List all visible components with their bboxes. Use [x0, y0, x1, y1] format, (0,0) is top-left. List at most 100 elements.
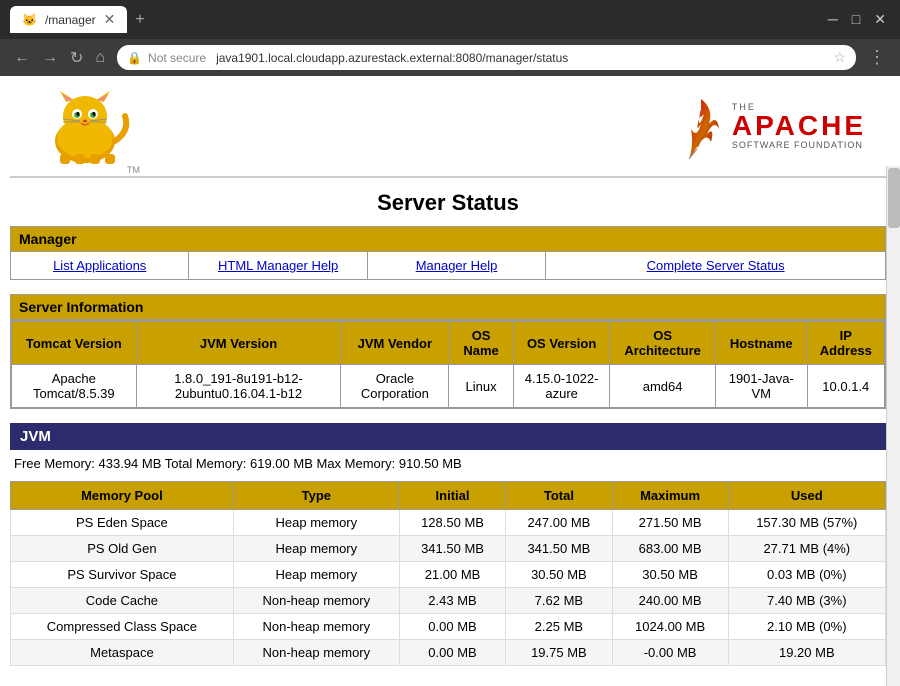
memory-cell-pool-3: Code Cache [11, 588, 234, 614]
tab-close-button[interactable]: ✕ [104, 11, 116, 28]
memory-cell-used-1: 27.71 MB (4%) [728, 536, 885, 562]
browser-window: 🐱 /manager ✕ + ─ □ ✕ ← → ↻ ⌂ 🔒 Not secur… [0, 0, 900, 686]
col-ip-address: IP Address [807, 322, 884, 365]
server-info-header: Server Information [10, 294, 886, 320]
memory-cell-initial-4: 0.00 MB [399, 614, 505, 640]
cell-os-version: 4.15.0-1022-azure [513, 365, 609, 408]
page-content: TM [0, 76, 900, 686]
memory-cell-pool-4: Compressed Class Space [11, 614, 234, 640]
col-type: Type [233, 482, 399, 510]
security-icon: 🔒 [127, 51, 142, 65]
memory-row-4: Compressed Class SpaceNon-heap memory0.0… [11, 614, 886, 640]
tab-title: /manager [45, 13, 96, 27]
scroll-thumb[interactable] [888, 168, 900, 228]
memory-cell-pool-5: Metaspace [11, 640, 234, 666]
browser-tab[interactable]: 🐱 /manager ✕ [10, 6, 127, 33]
memory-cell-used-3: 7.40 MB (3%) [728, 588, 885, 614]
memory-cell-pool-2: PS Survivor Space [11, 562, 234, 588]
col-jvm-version: JVM Version [136, 322, 341, 365]
html-manager-help-link[interactable]: HTML Manager Help [189, 252, 367, 279]
page-area: TM [0, 76, 900, 686]
back-button[interactable]: ← [10, 47, 34, 69]
manager-section-header: Manager [10, 226, 886, 252]
memory-row-5: MetaspaceNon-heap memory0.00 MB19.75 MB-… [11, 640, 886, 666]
window-controls: ─ □ ✕ [824, 11, 890, 28]
memory-row-1: PS Old GenHeap memory341.50 MB341.50 MB6… [11, 536, 886, 562]
browser-menu-button[interactable]: ⋮ [864, 47, 890, 68]
memory-cell-total-5: 19.75 MB [506, 640, 612, 666]
memory-cell-initial-3: 2.43 MB [399, 588, 505, 614]
manager-help-link[interactable]: Manager Help [368, 252, 546, 279]
manager-section: Manager List Applications HTML Manager H… [10, 226, 886, 280]
jvm-section-header: JVM [10, 423, 886, 450]
minimize-button[interactable]: ─ [824, 11, 842, 28]
jvm-section: JVM Free Memory: 433.94 MB Total Memory:… [10, 423, 886, 666]
apache-logo: THE APACHE SOFTWARE FOUNDATION [679, 94, 866, 159]
nav-buttons: ← → ↻ ⌂ [10, 46, 109, 70]
memory-cell-maximum-3: 240.00 MB [612, 588, 728, 614]
title-bar: 🐱 /manager ✕ + ─ □ ✕ [0, 0, 900, 39]
apache-foundation-label: SOFTWARE FOUNDATION [732, 140, 866, 150]
free-memory-text: Free Memory: 433.94 MB Total Memory: 619… [10, 450, 886, 477]
memory-cell-maximum-5: -0.00 MB [612, 640, 728, 666]
col-os-version: OS Version [513, 322, 609, 365]
server-info-section: Server Information Tomcat Version JVM Ve… [10, 294, 886, 409]
scrollbar[interactable] [886, 166, 900, 686]
memory-cell-used-0: 157.30 MB (57%) [728, 510, 885, 536]
list-applications-link[interactable]: List Applications [11, 252, 189, 279]
memory-cell-used-4: 2.10 MB (0%) [728, 614, 885, 640]
close-button[interactable]: ✕ [870, 11, 890, 28]
complete-server-status-link[interactable]: Complete Server Status [546, 252, 885, 279]
memory-cell-used-5: 19.20 MB [728, 640, 885, 666]
cell-ip-address: 10.0.1.4 [807, 365, 884, 408]
col-initial: Initial [399, 482, 505, 510]
url-bar[interactable]: 🔒 Not secure java1901.local.cloudapp.azu… [117, 45, 856, 70]
memory-cell-maximum-1: 683.00 MB [612, 536, 728, 562]
memory-cell-type-1: Heap memory [233, 536, 399, 562]
server-info-table: Tomcat Version JVM Version JVM Vendor OS… [11, 321, 885, 408]
cell-jvm-version: 1.8.0_191-8u191-b12-2ubuntu0.16.04.1-b12 [136, 365, 341, 408]
col-hostname: Hostname [715, 322, 807, 365]
col-memory-pool: Memory Pool [11, 482, 234, 510]
tomcat-logo: TM [30, 86, 140, 166]
forward-button[interactable]: → [38, 47, 62, 69]
server-info-table-wrapper: Tomcat Version JVM Version JVM Vendor OS… [10, 320, 886, 409]
address-bar: ← → ↻ ⌂ 🔒 Not secure java1901.local.clou… [0, 39, 900, 76]
memory-cell-total-1: 341.50 MB [506, 536, 612, 562]
manager-links-bar: List Applications HTML Manager Help Mana… [10, 252, 886, 280]
page-title: Server Status [10, 178, 886, 226]
bookmark-icon[interactable]: ☆ [833, 49, 846, 66]
memory-row-2: PS Survivor SpaceHeap memory21.00 MB30.5… [11, 562, 886, 588]
memory-cell-total-0: 247.00 MB [506, 510, 612, 536]
col-total: Total [506, 482, 612, 510]
col-os-name: OS Name [449, 322, 514, 365]
memory-cell-maximum-0: 271.50 MB [612, 510, 728, 536]
cell-hostname: 1901-Java-VM [715, 365, 807, 408]
apache-name-label: APACHE [732, 112, 866, 140]
memory-cell-initial-5: 0.00 MB [399, 640, 505, 666]
apache-text-block: THE APACHE SOFTWARE FOUNDATION [732, 102, 866, 150]
memory-cell-type-2: Heap memory [233, 562, 399, 588]
memory-cell-type-0: Heap memory [233, 510, 399, 536]
col-jvm-vendor: JVM Vendor [341, 322, 449, 365]
col-maximum: Maximum [612, 482, 728, 510]
page-header: TM [10, 76, 886, 177]
url-text: java1901.local.cloudapp.azurestack.exter… [216, 51, 827, 65]
tab-favicon: 🐱 [22, 13, 37, 27]
new-tab-button[interactable]: + [135, 11, 144, 29]
memory-cell-initial-2: 21.00 MB [399, 562, 505, 588]
cell-os-arch: amd64 [610, 365, 716, 408]
memory-cell-pool-0: PS Eden Space [11, 510, 234, 536]
memory-pool-table: Memory Pool Type Initial Total Maximum U… [10, 481, 886, 666]
memory-cell-maximum-4: 1024.00 MB [612, 614, 728, 640]
col-os-arch: OS Architecture [610, 322, 716, 365]
memory-cell-used-2: 0.03 MB (0%) [728, 562, 885, 588]
memory-row-3: Code CacheNon-heap memory2.43 MB7.62 MB2… [11, 588, 886, 614]
home-button[interactable]: ⌂ [91, 47, 109, 69]
memory-cell-total-2: 30.50 MB [506, 562, 612, 588]
security-label: Not secure [148, 51, 206, 65]
reload-button[interactable]: ↻ [66, 46, 87, 70]
memory-cell-maximum-2: 30.50 MB [612, 562, 728, 588]
memory-cell-initial-1: 341.50 MB [399, 536, 505, 562]
maximize-button[interactable]: □ [848, 11, 864, 28]
